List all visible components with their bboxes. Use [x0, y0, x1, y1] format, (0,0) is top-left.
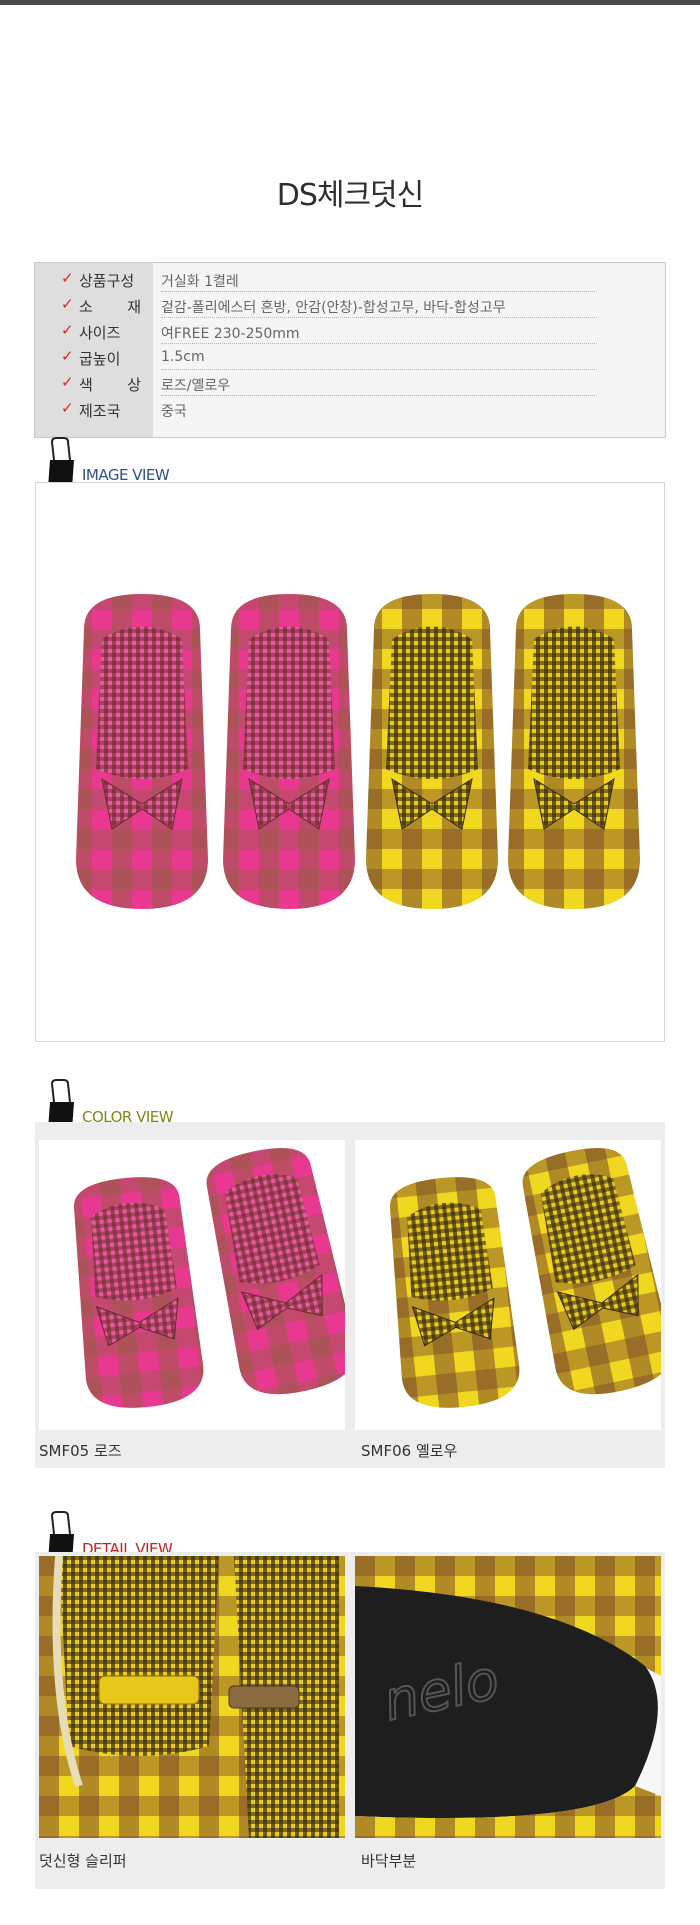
spec-value: 겉감-폴리에스터 혼방, 안감(안창)-합성고무, 바닥-합성고무 [161, 300, 506, 316]
sole-closeup-image: nelo [355, 1556, 661, 1838]
spec-row: ✓ 소 재 겉감-폴리에스터 혼방, 안감(안창)-합성고무, 바닥-합성고무 [35, 292, 665, 318]
spec-table: ✓ 상품구성 거실화 1켤레 ✓ 소 재 겉감-폴리에스터 혼방, 안감(안창)… [34, 262, 666, 438]
detail-view-panel: 덧신형 슬리퍼 nelo 바닥부분 [35, 1552, 665, 1889]
yellow-slippers-image [390, 1147, 661, 1408]
check-icon: ✓ [61, 399, 74, 417]
spec-label: 상품구성 [79, 272, 135, 290]
spec-value: 여FREE 230-250mm [161, 326, 300, 342]
color-caption-yellow: SMF06 옐로우 [361, 1442, 458, 1460]
spec-label: 소 재 [79, 298, 141, 316]
spec-row: ✓ 제조국 중국 [35, 396, 665, 422]
rose-slippers-image [74, 1147, 345, 1408]
main-product-image [35, 482, 665, 1042]
spec-label: 사이즈 [79, 324, 121, 342]
detail-photo-slipper [39, 1556, 345, 1838]
detail-photo-sole: nelo [355, 1556, 661, 1838]
spec-label: 굽높이 [79, 350, 121, 368]
spec-label: 제조국 [79, 402, 121, 420]
check-icon: ✓ [61, 269, 74, 287]
color-photo-rose [39, 1140, 345, 1430]
slipper-closeup-image [39, 1556, 345, 1838]
check-icon: ✓ [61, 295, 74, 313]
slippers-photo [76, 594, 640, 909]
spec-value: 1.5cm [161, 349, 205, 365]
detail-caption-sole: 바닥부분 [361, 1852, 417, 1870]
product-title: DS체크덧신 [276, 178, 425, 213]
color-view-panel: SMF05 로즈 SMF06 옐로우 [35, 1122, 665, 1468]
check-icon: ✓ [61, 347, 74, 365]
spec-value: 중국 [161, 404, 187, 420]
top-border [0, 0, 700, 5]
spec-value: 거실화 1켤레 [161, 274, 239, 290]
spec-row: ✓ 색 상 로즈/옐로우 [35, 370, 665, 396]
spec-row: ✓ 굽높이 1.5cm [35, 344, 665, 370]
check-icon: ✓ [61, 321, 74, 339]
color-photo-yellow [355, 1140, 661, 1430]
detail-caption-slipper: 덧신형 슬리퍼 [39, 1852, 127, 1870]
spec-row: ✓ 상품구성 거실화 1켤레 [35, 266, 665, 292]
color-caption-rose: SMF05 로즈 [39, 1442, 122, 1460]
check-icon: ✓ [61, 373, 74, 391]
spec-row: ✓ 사이즈 여FREE 230-250mm [35, 318, 665, 344]
spec-label: 색 상 [79, 376, 141, 394]
spec-value: 로즈/옐로우 [161, 378, 231, 394]
